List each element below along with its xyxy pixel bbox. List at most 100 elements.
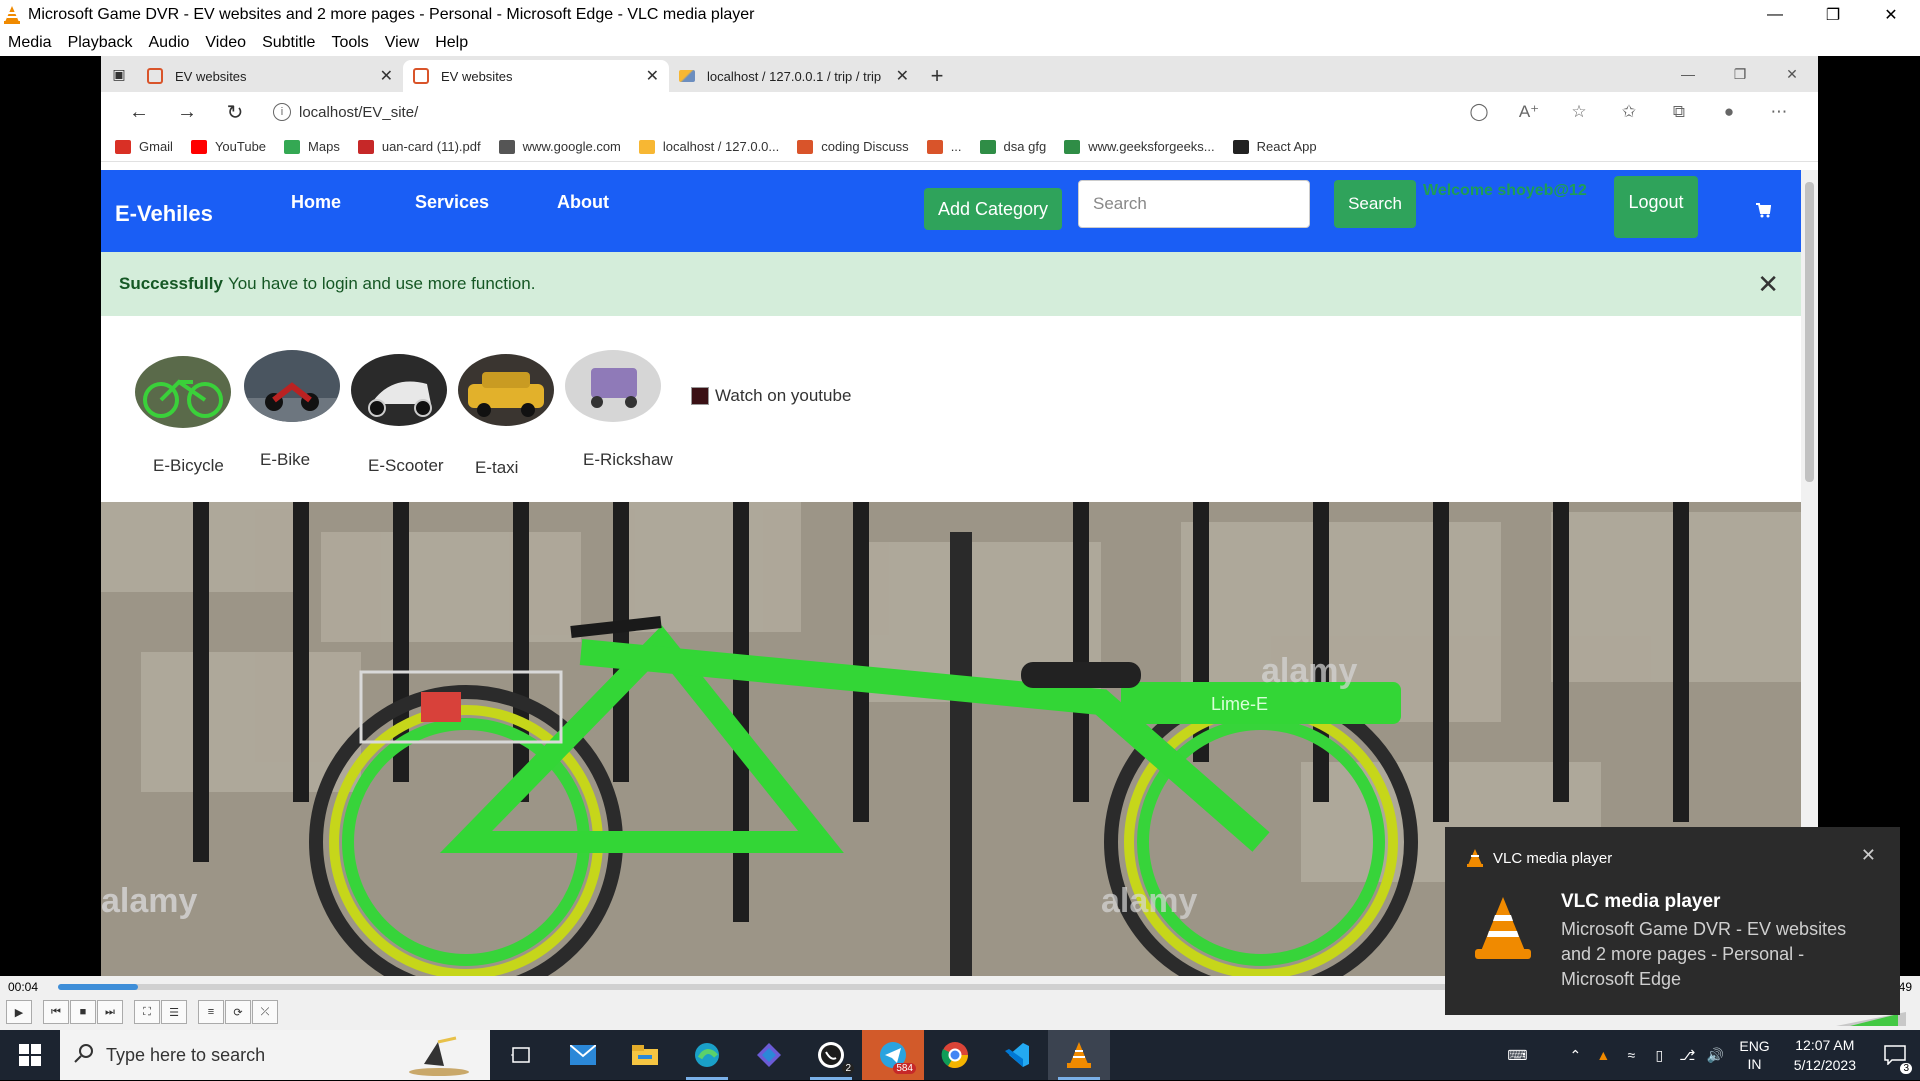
total-time[interactable]: 49	[1899, 980, 1912, 994]
url-field[interactable]: localhost/EV_site/	[299, 104, 418, 121]
logout-button[interactable]: Logout	[1614, 176, 1698, 238]
menu-playback[interactable]: Playback	[68, 34, 133, 52]
vscode-icon[interactable]	[986, 1030, 1048, 1080]
add-category-button[interactable]: Add Category	[924, 188, 1062, 230]
category-e-rickshaw[interactable]	[565, 350, 661, 422]
read-aloud-icon[interactable]: A⁺	[1504, 102, 1554, 122]
back-icon[interactable]: ←	[115, 96, 163, 128]
loop-icon[interactable]: ⟳	[225, 1000, 251, 1024]
favorite-item[interactable]: uan-card (11).pdf	[357, 139, 481, 154]
forward-icon[interactable]: →	[163, 96, 211, 128]
favorite-item[interactable]: coding Discuss	[797, 139, 909, 154]
add-favorite-icon[interactable]: ☆	[1554, 102, 1604, 122]
copilot-icon[interactable]	[738, 1030, 800, 1080]
tab-ev-websites-2[interactable]: EV websites ✕	[403, 60, 669, 92]
refresh-icon[interactable]: ↻	[211, 96, 259, 128]
alert-close-icon[interactable]: ✕	[1757, 269, 1779, 300]
favorite-item[interactable]: Maps	[284, 139, 340, 154]
next-icon[interactable]: ⏭	[97, 1000, 123, 1024]
favorite-item[interactable]: YouTube	[190, 139, 266, 154]
vlc-taskbar-icon[interactable]	[1048, 1030, 1110, 1080]
menu-view[interactable]: View	[385, 34, 419, 52]
task-view-icon[interactable]	[490, 1030, 552, 1080]
favorite-item[interactable]: www.google.com	[498, 139, 621, 154]
chrome-icon[interactable]	[924, 1030, 986, 1080]
menu-video[interactable]: Video	[205, 34, 246, 52]
category-e-scooter[interactable]	[351, 354, 447, 426]
cart-icon[interactable]	[1755, 202, 1772, 223]
previous-icon[interactable]: ⏮	[43, 1000, 69, 1024]
category-label[interactable]: E-Bicycle	[153, 456, 224, 476]
menu-subtitle[interactable]: Subtitle	[262, 34, 315, 52]
nav-home[interactable]: Home	[291, 192, 341, 213]
close-button[interactable]: ✕	[1862, 0, 1920, 30]
more-icon[interactable]: ⋯	[1754, 102, 1804, 122]
tab-phpmyadmin[interactable]: localhost / 127.0.0.1 / trip / trip ✕	[669, 60, 919, 92]
category-e-bike[interactable]	[244, 350, 340, 422]
extended-settings-icon[interactable]: ☰	[161, 1000, 187, 1024]
show-hidden-icon[interactable]: ⌃	[1561, 1047, 1589, 1064]
site-brand[interactable]: E-Vehiles	[115, 201, 213, 227]
elapsed-time[interactable]: 00:04	[8, 980, 38, 994]
favorite-item[interactable]: www.geeksforgeeks...	[1064, 139, 1215, 154]
tab-close-icon[interactable]: ✕	[896, 66, 909, 86]
notification-close-icon[interactable]: ✕	[1861, 845, 1876, 866]
category-label[interactable]: E-taxi	[475, 458, 518, 478]
tab-actions-icon[interactable]: ▣	[101, 56, 137, 92]
favorite-item[interactable]: localhost / 127.0.0...	[638, 139, 779, 154]
notification-center-icon[interactable]: 3	[1870, 1030, 1920, 1080]
shuffle-icon[interactable]: ⤫	[252, 1000, 278, 1024]
usb-icon[interactable]: ⎇	[1673, 1047, 1701, 1064]
edge-restore-button[interactable]: ❐	[1714, 56, 1766, 92]
tab-close-icon[interactable]: ✕	[380, 66, 393, 86]
favorites-icon[interactable]: ✩	[1604, 102, 1654, 122]
language-indicator[interactable]: ENG IN	[1739, 1037, 1769, 1073]
search-input[interactable]: Search	[1078, 180, 1310, 228]
keyboard-icon[interactable]: ⌨	[1503, 1047, 1531, 1064]
favorite-item[interactable]: dsa gfg	[979, 139, 1046, 154]
nav-about[interactable]: About	[557, 192, 609, 213]
edge-icon[interactable]	[676, 1030, 738, 1080]
category-e-taxi[interactable]	[458, 354, 554, 426]
favorite-item[interactable]: Gmail	[115, 139, 173, 154]
menu-help[interactable]: Help	[435, 34, 468, 52]
fullscreen-icon[interactable]: ⛶	[134, 1000, 160, 1024]
new-tab-icon[interactable]: +	[919, 60, 955, 92]
category-label[interactable]: E-Rickshaw	[583, 450, 673, 470]
edge-minimize-button[interactable]: —	[1662, 56, 1714, 92]
battery-icon[interactable]: ▯	[1645, 1047, 1673, 1064]
clock[interactable]: 12:07 AM 5/12/2023	[1794, 1035, 1856, 1075]
favorite-item[interactable]: React App	[1232, 139, 1317, 154]
telegram-icon[interactable]: 584	[862, 1030, 924, 1080]
menu-audio[interactable]: Audio	[149, 34, 190, 52]
nav-services[interactable]: Services	[415, 192, 489, 213]
watch-on-youtube-link[interactable]: Watch on youtube	[691, 386, 851, 406]
search-button[interactable]: Search	[1334, 180, 1416, 228]
scroll-thumb[interactable]	[1805, 182, 1814, 482]
file-explorer-icon[interactable]	[614, 1030, 676, 1080]
menu-media[interactable]: Media	[8, 34, 52, 52]
category-label[interactable]: E-Bike	[260, 450, 310, 470]
windows-start-icon[interactable]	[0, 1030, 60, 1080]
tracking-icon[interactable]: ◯	[1454, 102, 1504, 122]
edge-close-button[interactable]: ✕	[1766, 56, 1818, 92]
tab-ev-websites-1[interactable]: EV websites ✕	[137, 60, 403, 92]
volume-icon[interactable]: 🔊	[1701, 1047, 1729, 1064]
playlist-icon[interactable]: ≡	[198, 1000, 224, 1024]
tab-close-icon[interactable]: ✕	[646, 66, 659, 86]
play-icon[interactable]: ▶	[6, 1000, 32, 1024]
favorite-item[interactable]: ...	[926, 139, 962, 154]
vlc-notification[interactable]: VLC media player ✕ VLC media player Micr…	[1445, 827, 1900, 1015]
site-info-icon[interactable]: i	[273, 103, 291, 121]
stop-icon[interactable]: ■	[70, 1000, 96, 1024]
whatsapp-icon[interactable]: 2	[800, 1030, 862, 1080]
category-e-bicycle[interactable]	[135, 356, 231, 428]
mail-icon[interactable]	[552, 1030, 614, 1080]
wifi-icon[interactable]: ≈	[1617, 1047, 1645, 1063]
category-label[interactable]: E-Scooter	[368, 456, 444, 476]
minimize-button[interactable]: —	[1746, 0, 1804, 30]
menu-tools[interactable]: Tools	[331, 34, 368, 52]
profile-icon[interactable]: ●	[1704, 102, 1754, 122]
taskbar-search-box[interactable]: Type here to search	[60, 1030, 490, 1080]
maximize-button[interactable]: ❐	[1804, 0, 1862, 30]
